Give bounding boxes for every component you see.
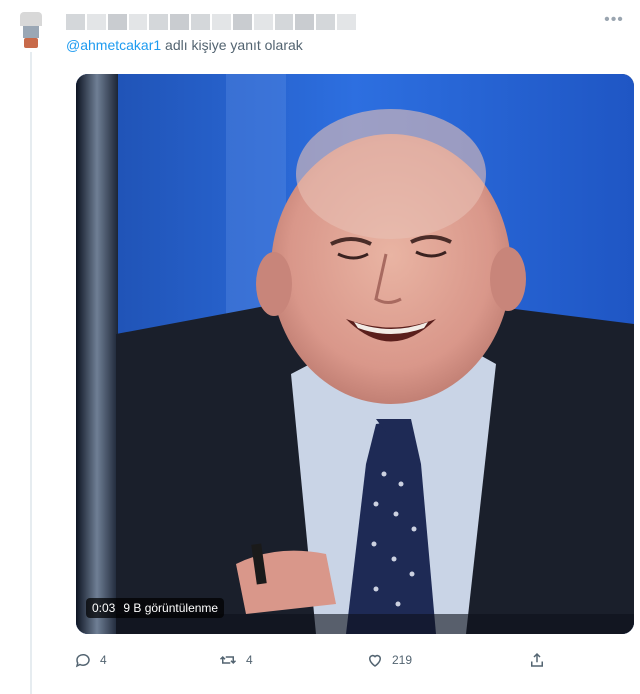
video-frame	[76, 74, 634, 634]
more-dots-icon[interactable]: •••	[604, 10, 624, 30]
retweet-count: 4	[246, 653, 253, 667]
reply-context-text: adlı kişiye yanıt olarak	[161, 37, 303, 53]
share-icon	[528, 651, 546, 669]
action-bar: 4 4 219	[66, 648, 586, 672]
blurred-user-header	[66, 14, 357, 30]
video-info-badge: 0:03 9 B görüntülenme	[86, 598, 225, 618]
video-player[interactable]	[76, 74, 634, 634]
thread-line	[30, 52, 32, 694]
video-duration: 0:03	[92, 601, 116, 615]
retweet-icon	[218, 651, 238, 669]
mention-link[interactable]: @ahmetcakar1	[66, 37, 161, 53]
reply-icon	[74, 651, 92, 669]
reply-count: 4	[100, 653, 107, 667]
share-button[interactable]	[528, 648, 546, 672]
like-button[interactable]: 219	[366, 648, 412, 672]
reply-button[interactable]: 4	[74, 648, 107, 672]
like-count: 219	[392, 653, 413, 667]
heart-icon	[366, 651, 384, 669]
video-views: 9 B görüntülenme	[123, 601, 219, 615]
tweet[interactable]: ••• @ahmetcakar1 adlı kişiye yanıt olara…	[0, 0, 640, 694]
reply-context: @ahmetcakar1 adlı kişiye yanıt olarak	[66, 37, 303, 53]
retweet-button[interactable]: 4	[218, 648, 253, 672]
avatar[interactable]	[20, 12, 42, 48]
